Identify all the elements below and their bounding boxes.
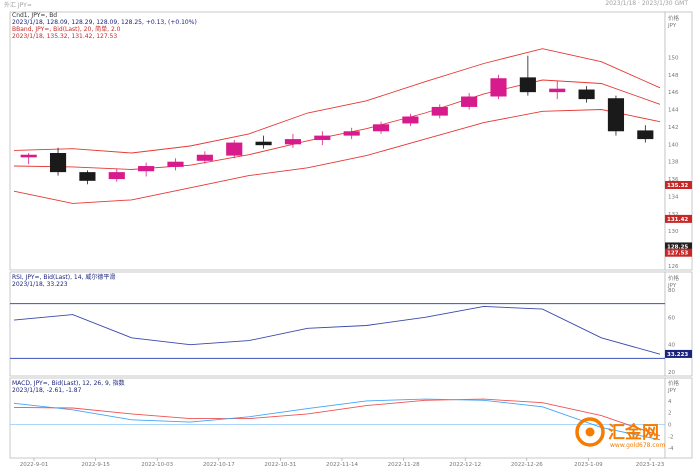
macd-panel-frame <box>9 377 666 459</box>
watermark-text: 汇金网 <box>608 422 659 443</box>
price-axis-tick-label: 140 <box>668 142 679 148</box>
rsi-marker-label: 33.223 <box>667 352 688 358</box>
rsi-axis-tick-label: 80 <box>668 288 675 294</box>
bband-values-line: 2023/1/18, 135.32, 131.42, 127.53 <box>12 33 118 40</box>
rsi-panel-frame <box>9 271 666 377</box>
candle-body <box>607 98 625 132</box>
macd-axis-unit: JPY <box>667 388 677 394</box>
x-tick-label: 2022-10-17 <box>203 462 235 468</box>
price-axis-tick-label: 126 <box>668 264 679 270</box>
watermark-subtext: www.gold678.com <box>610 442 665 449</box>
candle-body <box>167 161 184 167</box>
symbol-title: 外汇 JPY= <box>4 2 32 9</box>
x-tick-label: 2022-10-31 <box>264 462 296 468</box>
candle-body <box>637 130 654 140</box>
price-axis-tick-label: 144 <box>668 108 679 114</box>
candle-body <box>226 142 243 156</box>
macd-value-line: 2023/1/18, -2.61, -1.87 <box>12 387 82 394</box>
candle-body <box>343 131 360 136</box>
price-marker-label: 135.32 <box>667 183 688 189</box>
chart-canvas: 价格JPY15014814614414214013813613413213012… <box>9 11 693 468</box>
price-marker-label: 131.42 <box>667 217 688 223</box>
date-range: 2023/1/18 · 2023/1/30 GMT <box>605 0 688 7</box>
price-axis-tick-label: 150 <box>668 55 679 61</box>
candle-body <box>108 172 125 180</box>
x-tick-label: 2022-9-01 <box>20 462 48 468</box>
candle-body <box>255 141 272 146</box>
price-panel-frame <box>9 11 666 271</box>
rsi-axis-tick-label: 20 <box>668 370 675 376</box>
candle-body <box>372 124 390 132</box>
x-tick-label: 2022-11-28 <box>388 462 420 468</box>
price-axis-unit: JPY <box>667 23 677 29</box>
candle-body <box>20 154 37 158</box>
candle-body <box>196 154 213 161</box>
x-tick-label: 2023-1-09 <box>574 462 603 468</box>
candle-body <box>549 88 566 93</box>
chart-window: 价格 JPY 150 148 146 144 142 140 138 136 134 132 130 12… <box>0 0 694 469</box>
rsi-axis-tick-label: 40 <box>668 343 675 349</box>
candle-body <box>490 78 507 97</box>
price-axis-tick-label: 146 <box>668 90 679 96</box>
price-axis-header: 价格 <box>668 14 680 22</box>
rsi-axis-tick-label: 60 <box>668 315 675 321</box>
candle-body <box>519 77 536 93</box>
macd-axis-header: 价格 <box>668 379 680 387</box>
candle-body <box>79 172 96 181</box>
candle-body <box>138 166 155 172</box>
price-marker-label: 127.53 <box>667 251 688 257</box>
candle-body <box>578 89 595 100</box>
price-axis-tick-label: 138 <box>668 160 679 166</box>
price-axis-tick-label: 148 <box>668 73 679 79</box>
candle-body <box>431 106 448 116</box>
price-axis-tick-label: 130 <box>668 229 679 235</box>
candle-body <box>284 139 302 145</box>
x-tick-label: 2023-1-23 <box>636 462 665 468</box>
candle-body <box>402 116 419 124</box>
x-tick-label: 2022-12-12 <box>449 462 481 468</box>
x-tick-label: 2022-9-15 <box>81 462 110 468</box>
candle-body <box>314 135 331 140</box>
rsi-value-line: 2023/1/18, 33.223 <box>12 281 68 288</box>
watermark-icon-dot <box>585 427 595 437</box>
watermark-logo: 汇金网 www.gold678.com <box>575 417 665 449</box>
x-tick-label: 2022-12-26 <box>511 462 543 468</box>
price-axis-tick-label: 142 <box>668 125 679 131</box>
candle-body <box>49 153 67 173</box>
macd-axis-tick-label: 4 <box>668 399 672 405</box>
x-tick-label: 2022-10-03 <box>141 462 173 468</box>
x-tick-label: 2022-11-14 <box>326 462 358 468</box>
price-axis-tick-label: 134 <box>668 194 679 200</box>
rsi-axis-header: 价格 <box>668 274 680 282</box>
candle-body <box>461 96 478 107</box>
